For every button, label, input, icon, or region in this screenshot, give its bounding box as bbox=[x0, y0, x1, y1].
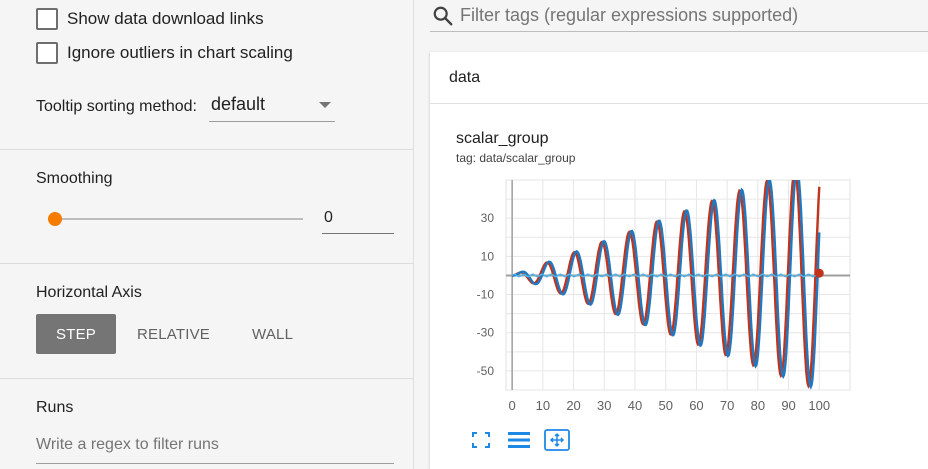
tag-filter-input[interactable] bbox=[456, 1, 928, 30]
show-download-links-checkbox[interactable]: Show data download links bbox=[36, 7, 264, 31]
checkbox-box[interactable] bbox=[36, 8, 58, 30]
y-tick-label: -30 bbox=[477, 326, 495, 340]
divider bbox=[0, 263, 414, 264]
x-tick-label: 70 bbox=[720, 398, 734, 413]
ignore-outliers-label: Ignore outliers in chart scaling bbox=[67, 43, 293, 62]
x-tick-label: 90 bbox=[781, 398, 795, 413]
horizontal-axis-toggle: STEP RELATIVE WALL bbox=[36, 314, 314, 354]
y-axis-ticks: 30 10 -10 -30 -50 bbox=[477, 211, 495, 378]
scalar-chart[interactable]: 30 10 -10 -30 -50 0 10 20 30 40 50 60 70 80 90 100 bbox=[430, 52, 928, 469]
divider bbox=[0, 149, 414, 150]
x-tick-label: 30 bbox=[597, 398, 611, 413]
search-icon bbox=[430, 3, 456, 29]
smoothing-title: Smoothing bbox=[36, 170, 113, 187]
series-end-marker bbox=[814, 268, 824, 278]
tooltip-sorting-select[interactable]: default bbox=[208, 92, 335, 122]
tooltip-sorting-label: Tooltip sorting method: bbox=[36, 98, 197, 115]
x-tick-label: 50 bbox=[658, 398, 672, 413]
tooltip-sorting-value: default bbox=[210, 94, 266, 114]
x-tick-label: 0 bbox=[509, 398, 516, 413]
checkbox-box[interactable] bbox=[36, 42, 58, 64]
y-tick-label: 30 bbox=[481, 211, 495, 225]
y-tick-label: -10 bbox=[477, 288, 495, 302]
toggle-log-scale-button[interactable] bbox=[504, 427, 534, 453]
show-download-links-label: Show data download links bbox=[67, 9, 264, 28]
sidebar: Show data download links Ignore outliers… bbox=[0, 0, 414, 469]
x-tick-label: 40 bbox=[628, 398, 642, 413]
ignore-outliers-checkbox[interactable]: Ignore outliers in chart scaling bbox=[36, 41, 293, 65]
x-axis-ticks: 0 10 20 30 40 50 60 70 80 90 100 bbox=[509, 398, 831, 413]
axis-wall-button[interactable]: WALL bbox=[231, 314, 314, 354]
y-tick-label: 10 bbox=[481, 249, 495, 263]
y-tick-label: -50 bbox=[477, 364, 495, 378]
horizontal-axis-title: Horizontal Axis bbox=[36, 284, 142, 301]
x-tick-label: 80 bbox=[751, 398, 765, 413]
tag-group-panel: data scalar_group tag: data/scalar_group… bbox=[430, 52, 928, 469]
x-tick-label: 60 bbox=[689, 398, 703, 413]
fit-to-data-icon bbox=[544, 429, 570, 451]
tag-filter-bar bbox=[430, 0, 928, 32]
fit-domain-button[interactable] bbox=[542, 427, 572, 453]
x-tick-label: 20 bbox=[566, 398, 580, 413]
chart-toolbar bbox=[466, 427, 580, 453]
fullscreen-icon bbox=[472, 432, 490, 448]
list-icon bbox=[508, 432, 530, 448]
x-tick-label: 100 bbox=[808, 398, 830, 413]
smoothing-slider-thumb[interactable] bbox=[48, 212, 62, 226]
axis-step-button[interactable]: STEP bbox=[36, 314, 116, 354]
smoothing-value-input[interactable] bbox=[322, 206, 394, 234]
axis-relative-button[interactable]: RELATIVE bbox=[116, 314, 231, 354]
x-tick-label: 10 bbox=[536, 398, 550, 413]
tooltip-sorting-row: Tooltip sorting method: default bbox=[36, 92, 335, 122]
fullscreen-button[interactable] bbox=[466, 427, 496, 453]
divider bbox=[0, 378, 414, 379]
smoothing-slider-track[interactable] bbox=[55, 218, 303, 220]
series-end-point bbox=[814, 268, 824, 278]
runs-filter-input[interactable] bbox=[36, 430, 394, 464]
chevron-down-icon bbox=[318, 101, 331, 108]
runs-title: Runs bbox=[36, 399, 74, 416]
